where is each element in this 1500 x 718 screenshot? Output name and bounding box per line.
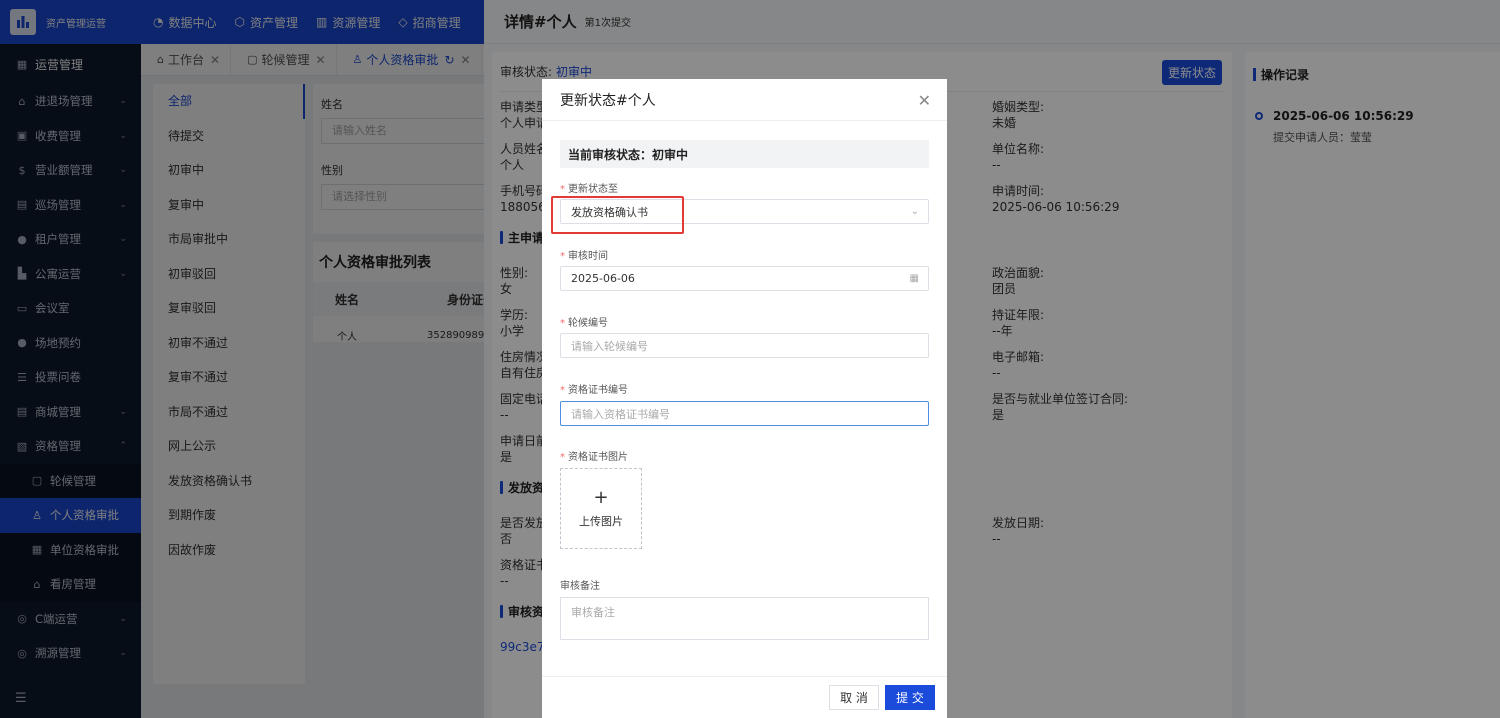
plus-icon: + xyxy=(593,486,609,508)
queue-no-input[interactable]: 请输入轮候编号 xyxy=(560,333,929,358)
chevron-down-icon: ⌄ xyxy=(910,206,919,217)
close-icon[interactable]: ✕ xyxy=(918,91,931,110)
cancel-button[interactable]: 取 消 xyxy=(829,685,879,710)
current-status-banner: 当前审核状态：初审中 xyxy=(560,140,929,168)
modal-footer: 取 消 提 交 xyxy=(542,676,947,718)
remark-textarea[interactable]: 审核备注 xyxy=(560,597,929,640)
upload-image-button[interactable]: + 上传图片 xyxy=(560,468,642,549)
cert-image-label: * 资格证书图片 xyxy=(560,452,628,463)
cert-no-input[interactable]: 请输入资格证书编号 xyxy=(560,401,929,426)
update-status-modal: 更新状态#个人 ✕ 当前审核状态：初审中 * 更新状态至 发放资格确认书 ⌄ * 审… xyxy=(542,79,947,718)
submit-button[interactable]: 提 交 xyxy=(885,685,935,710)
modal-title: 更新状态#个人 xyxy=(560,92,656,109)
modal-header: 更新状态#个人 ✕ xyxy=(542,79,947,121)
review-time-picker[interactable]: 2025-06-06 ▦ xyxy=(560,266,929,291)
calendar-icon: ▦ xyxy=(909,273,919,284)
highlight-box xyxy=(551,196,684,234)
status-to-label: * 更新状态至 xyxy=(560,184,618,195)
cert-no-label: * 资格证书编号 xyxy=(560,385,628,396)
remark-label: 审核备注 xyxy=(560,581,600,592)
queue-no-label: * 轮候编号 xyxy=(560,318,608,329)
review-time-label: * 审核时间 xyxy=(560,251,608,262)
